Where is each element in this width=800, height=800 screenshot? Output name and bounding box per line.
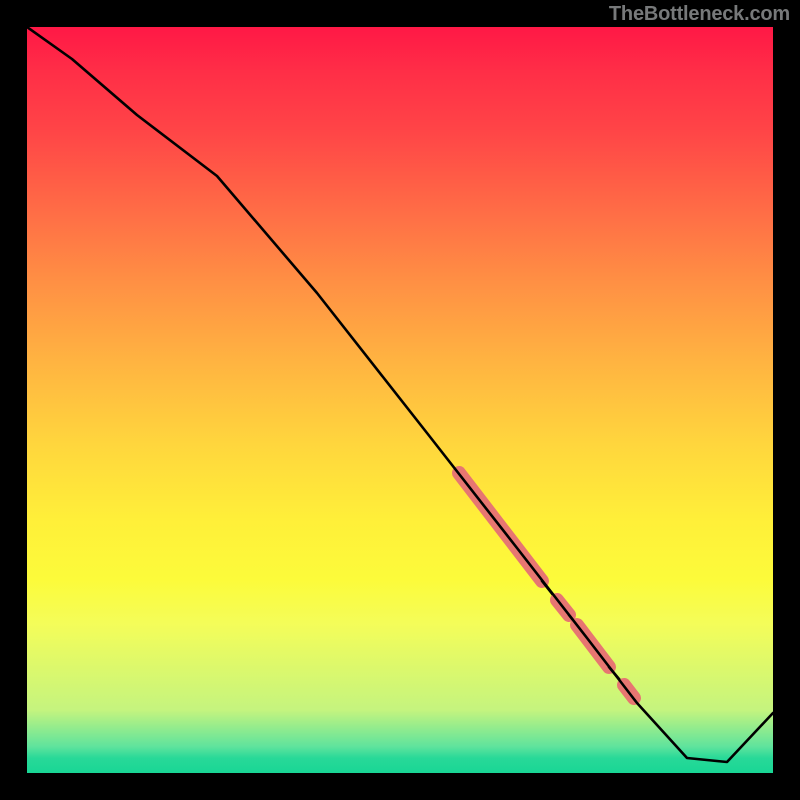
watermark-text: TheBottleneck.com <box>609 3 790 26</box>
main-curve-path <box>27 27 773 762</box>
chart-stage: TheBottleneck.com <box>0 0 800 800</box>
chart-svg <box>27 27 773 773</box>
plot-area <box>27 27 773 773</box>
